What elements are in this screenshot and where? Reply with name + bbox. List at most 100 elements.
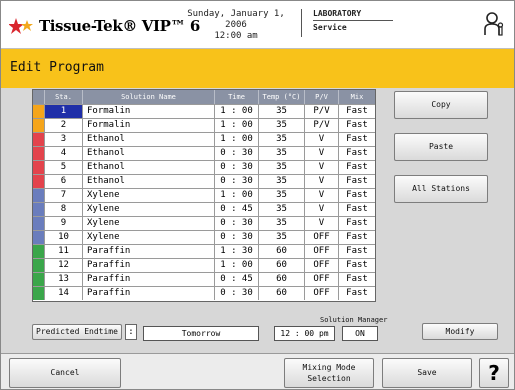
mix-mode[interactable]: Fast xyxy=(339,147,375,160)
table-row[interactable]: 12 Paraffin 1 : 00 60 OFF Fast xyxy=(33,258,375,272)
table-row[interactable]: 5 Ethanol 0 : 30 35 V Fast xyxy=(33,160,375,174)
mix-mode[interactable]: Fast xyxy=(339,203,375,216)
pressure-vacuum[interactable]: V xyxy=(305,147,339,160)
step-temp[interactable]: 60 xyxy=(259,245,305,258)
table-row[interactable]: 4 Ethanol 0 : 30 35 V Fast xyxy=(33,146,375,160)
station-number[interactable]: 6 xyxy=(45,175,83,188)
step-temp[interactable]: 60 xyxy=(259,287,305,300)
step-temp[interactable]: 35 xyxy=(259,203,305,216)
step-temp[interactable]: 60 xyxy=(259,259,305,272)
station-number[interactable]: 13 xyxy=(45,273,83,286)
solution-name[interactable]: Paraffin xyxy=(83,287,215,300)
pressure-vacuum[interactable]: OFF xyxy=(305,287,339,300)
pressure-vacuum[interactable]: V xyxy=(305,217,339,230)
step-time[interactable]: 0 : 45 xyxy=(215,203,259,216)
step-temp[interactable]: 35 xyxy=(259,147,305,160)
solution-name[interactable]: Xylene xyxy=(83,189,215,202)
solution-name[interactable]: Xylene xyxy=(83,217,215,230)
table-row[interactable]: 3 Ethanol 1 : 00 35 V Fast xyxy=(33,132,375,146)
step-temp[interactable]: 35 xyxy=(259,119,305,132)
help-button[interactable]: ? xyxy=(479,358,509,388)
table-row[interactable]: 2 Formalin 1 : 00 35 P/V Fast xyxy=(33,118,375,132)
solution-name[interactable]: Ethanol xyxy=(83,133,215,146)
station-number[interactable]: 12 xyxy=(45,259,83,272)
solution-name[interactable]: Paraffin xyxy=(83,245,215,258)
pressure-vacuum[interactable]: OFF xyxy=(305,245,339,258)
endtime-time-field[interactable]: 12 : 00 pm xyxy=(274,326,335,341)
step-time[interactable]: 1 : 00 xyxy=(215,259,259,272)
modify-button[interactable]: Modify xyxy=(422,323,498,340)
table-row[interactable]: 7 Xylene 1 : 00 35 V Fast xyxy=(33,188,375,202)
step-time[interactable]: 1 : 30 xyxy=(215,245,259,258)
pressure-vacuum[interactable]: OFF xyxy=(305,259,339,272)
station-number[interactable]: 14 xyxy=(45,287,83,300)
solution-name[interactable]: Formalin xyxy=(83,105,215,118)
solution-name[interactable]: Paraffin xyxy=(83,273,215,286)
table-row[interactable]: 8 Xylene 0 : 45 35 V Fast xyxy=(33,202,375,216)
pressure-vacuum[interactable]: V xyxy=(305,189,339,202)
step-time[interactable]: 1 : 00 xyxy=(215,119,259,132)
step-temp[interactable]: 35 xyxy=(259,175,305,188)
step-time[interactable]: 0 : 30 xyxy=(215,161,259,174)
mix-mode[interactable]: Fast xyxy=(339,245,375,258)
pressure-vacuum[interactable]: V xyxy=(305,133,339,146)
station-number[interactable]: 9 xyxy=(45,217,83,230)
mix-mode[interactable]: Fast xyxy=(339,273,375,286)
step-time[interactable]: 1 : 00 xyxy=(215,133,259,146)
pressure-vacuum[interactable]: P/V xyxy=(305,105,339,118)
mix-mode[interactable]: Fast xyxy=(339,175,375,188)
all-stations-button[interactable]: All Stations xyxy=(394,175,488,203)
table-row[interactable]: 11 Paraffin 1 : 30 60 OFF Fast xyxy=(33,244,375,258)
solution-name[interactable]: Ethanol xyxy=(83,161,215,174)
table-row[interactable]: 10 Xylene 0 : 30 35 OFF Fast xyxy=(33,230,375,244)
mix-mode[interactable]: Fast xyxy=(339,119,375,132)
station-number[interactable]: 8 xyxy=(45,203,83,216)
station-number[interactable]: 5 xyxy=(45,161,83,174)
paste-button[interactable]: Paste xyxy=(394,133,488,161)
table-row[interactable]: 9 Xylene 0 : 30 35 V Fast xyxy=(33,216,375,230)
table-row[interactable]: 14 Paraffin 0 : 30 60 OFF Fast xyxy=(33,286,375,300)
station-number[interactable]: 10 xyxy=(45,231,83,244)
step-time[interactable]: 1 : 00 xyxy=(215,105,259,118)
step-time[interactable]: 1 : 00 xyxy=(215,189,259,202)
step-time[interactable]: 0 : 30 xyxy=(215,147,259,160)
solution-name[interactable]: Ethanol xyxy=(83,147,215,160)
station-number[interactable]: 11 xyxy=(45,245,83,258)
pressure-vacuum[interactable]: V xyxy=(305,161,339,174)
step-time[interactable]: 0 : 30 xyxy=(215,287,259,300)
step-time[interactable]: 0 : 30 xyxy=(215,231,259,244)
station-number[interactable]: 7 xyxy=(45,189,83,202)
mixing-mode-selection-button[interactable]: Mixing Mode Selection xyxy=(284,358,374,388)
solution-name[interactable]: Xylene xyxy=(83,231,215,244)
step-temp[interactable]: 35 xyxy=(259,231,305,244)
step-time[interactable]: 0 : 45 xyxy=(215,273,259,286)
pressure-vacuum[interactable]: V xyxy=(305,203,339,216)
cancel-button[interactable]: Cancel xyxy=(9,358,121,388)
mix-mode[interactable]: Fast xyxy=(339,217,375,230)
step-time[interactable]: 0 : 30 xyxy=(215,175,259,188)
table-row[interactable]: 1 Formalin 1 : 00 35 P/V Fast xyxy=(33,104,375,118)
mix-mode[interactable]: Fast xyxy=(339,189,375,202)
station-number[interactable]: 1 xyxy=(45,105,83,118)
solution-name[interactable]: Xylene xyxy=(83,203,215,216)
mix-mode[interactable]: Fast xyxy=(339,161,375,174)
pressure-vacuum[interactable]: OFF xyxy=(305,231,339,244)
solution-manager-status[interactable]: ON xyxy=(342,326,378,341)
table-row[interactable]: 6 Ethanol 0 : 30 35 V Fast xyxy=(33,174,375,188)
step-time[interactable]: 0 : 30 xyxy=(215,217,259,230)
pressure-vacuum[interactable]: OFF xyxy=(305,273,339,286)
predicted-endtime-button[interactable]: Predicted Endtime xyxy=(32,324,122,340)
step-temp[interactable]: 35 xyxy=(259,189,305,202)
step-temp[interactable]: 35 xyxy=(259,133,305,146)
copy-button[interactable]: Copy xyxy=(394,91,488,119)
mix-mode[interactable]: Fast xyxy=(339,287,375,300)
station-number[interactable]: 3 xyxy=(45,133,83,146)
solution-name[interactable]: Paraffin xyxy=(83,259,215,272)
station-number[interactable]: 4 xyxy=(45,147,83,160)
user-key-icon[interactable] xyxy=(483,11,505,37)
solution-name[interactable]: Formalin xyxy=(83,119,215,132)
station-number[interactable]: 2 xyxy=(45,119,83,132)
mix-mode[interactable]: Fast xyxy=(339,105,375,118)
solution-name[interactable]: Ethanol xyxy=(83,175,215,188)
step-temp[interactable]: 35 xyxy=(259,217,305,230)
